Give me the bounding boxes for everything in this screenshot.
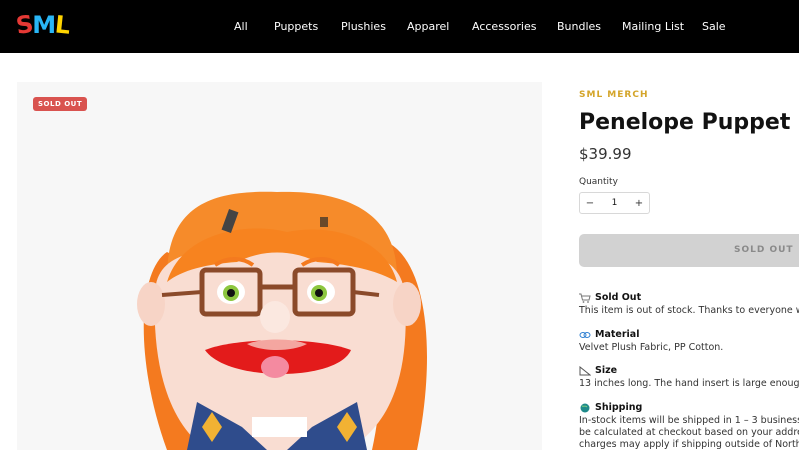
info-sold-out-text: This item is out of stock. Thanks to eve…: [579, 305, 799, 316]
thread-icon: [579, 331, 591, 338]
globe-icon: [580, 403, 590, 412]
info-shipping: Shipping In-stock items will be shipped …: [579, 402, 799, 450]
nav-puppets[interactable]: Puppets: [274, 20, 318, 33]
quantity-increase-button[interactable]: +: [629, 198, 649, 209]
product-vendor[interactable]: SML MERCH: [579, 90, 648, 100]
nav-mailing-list[interactable]: Mailing List: [622, 20, 684, 33]
quantity-input[interactable]: 1: [600, 198, 629, 208]
info-shipping-line-1: In-stock items will be shipped in 1 – 3 …: [579, 415, 799, 426]
quantity-decrease-button[interactable]: −: [580, 198, 600, 209]
nav-accessories[interactable]: Accessories: [472, 20, 536, 33]
info-material-text: Velvet Plush Fabric, PP Cotton.: [579, 342, 724, 353]
info-size: Size 13 inches long. The hand insert is …: [579, 365, 799, 390]
info-sold-out-heading: Sold Out: [595, 292, 642, 303]
cart-icon: [579, 293, 591, 303]
info-material: Material Velvet Plush Fabric, PP Cotton.: [579, 329, 723, 354]
quantity-label: Quantity: [579, 177, 618, 187]
main-nav: All Puppets Plushies Apparel Accessories…: [0, 0, 799, 53]
info-shipping-heading: Shipping: [595, 402, 643, 413]
info-size-heading: Size: [595, 365, 618, 376]
nav-all[interactable]: All: [234, 20, 248, 33]
info-shipping-line-2: be calculated at checkout based on your …: [579, 427, 799, 438]
quantity-stepper: − 1 +: [579, 192, 650, 214]
product-title: Penelope Puppet: [579, 110, 791, 135]
nav-apparel[interactable]: Apparel: [407, 20, 449, 33]
nav-plushies[interactable]: Plushies: [341, 20, 386, 33]
info-sold-out: Sold Out This item is out of stock. Than…: [579, 292, 799, 317]
product-image[interactable]: SOLD OUT: [17, 82, 542, 450]
sold-out-badge: SOLD OUT: [33, 97, 88, 111]
ruler-icon: [579, 365, 591, 375]
sold-out-button[interactable]: SOLD OUT: [579, 234, 799, 267]
info-material-heading: Material: [595, 329, 640, 340]
top-navigation-bar: SML All Puppets Plushies Apparel Accesso…: [0, 0, 799, 53]
info-shipping-line-3: charges may apply if shipping outside of…: [579, 439, 799, 450]
product-price: $39.99: [579, 145, 632, 163]
sold-out-button-label: SOLD OUT: [734, 245, 794, 255]
penelope-puppet-illustration: [137, 191, 427, 450]
nav-sale[interactable]: Sale: [702, 20, 726, 33]
nav-bundles[interactable]: Bundles: [557, 20, 601, 33]
info-size-text: 13 inches long. The hand insert is large…: [579, 378, 799, 389]
